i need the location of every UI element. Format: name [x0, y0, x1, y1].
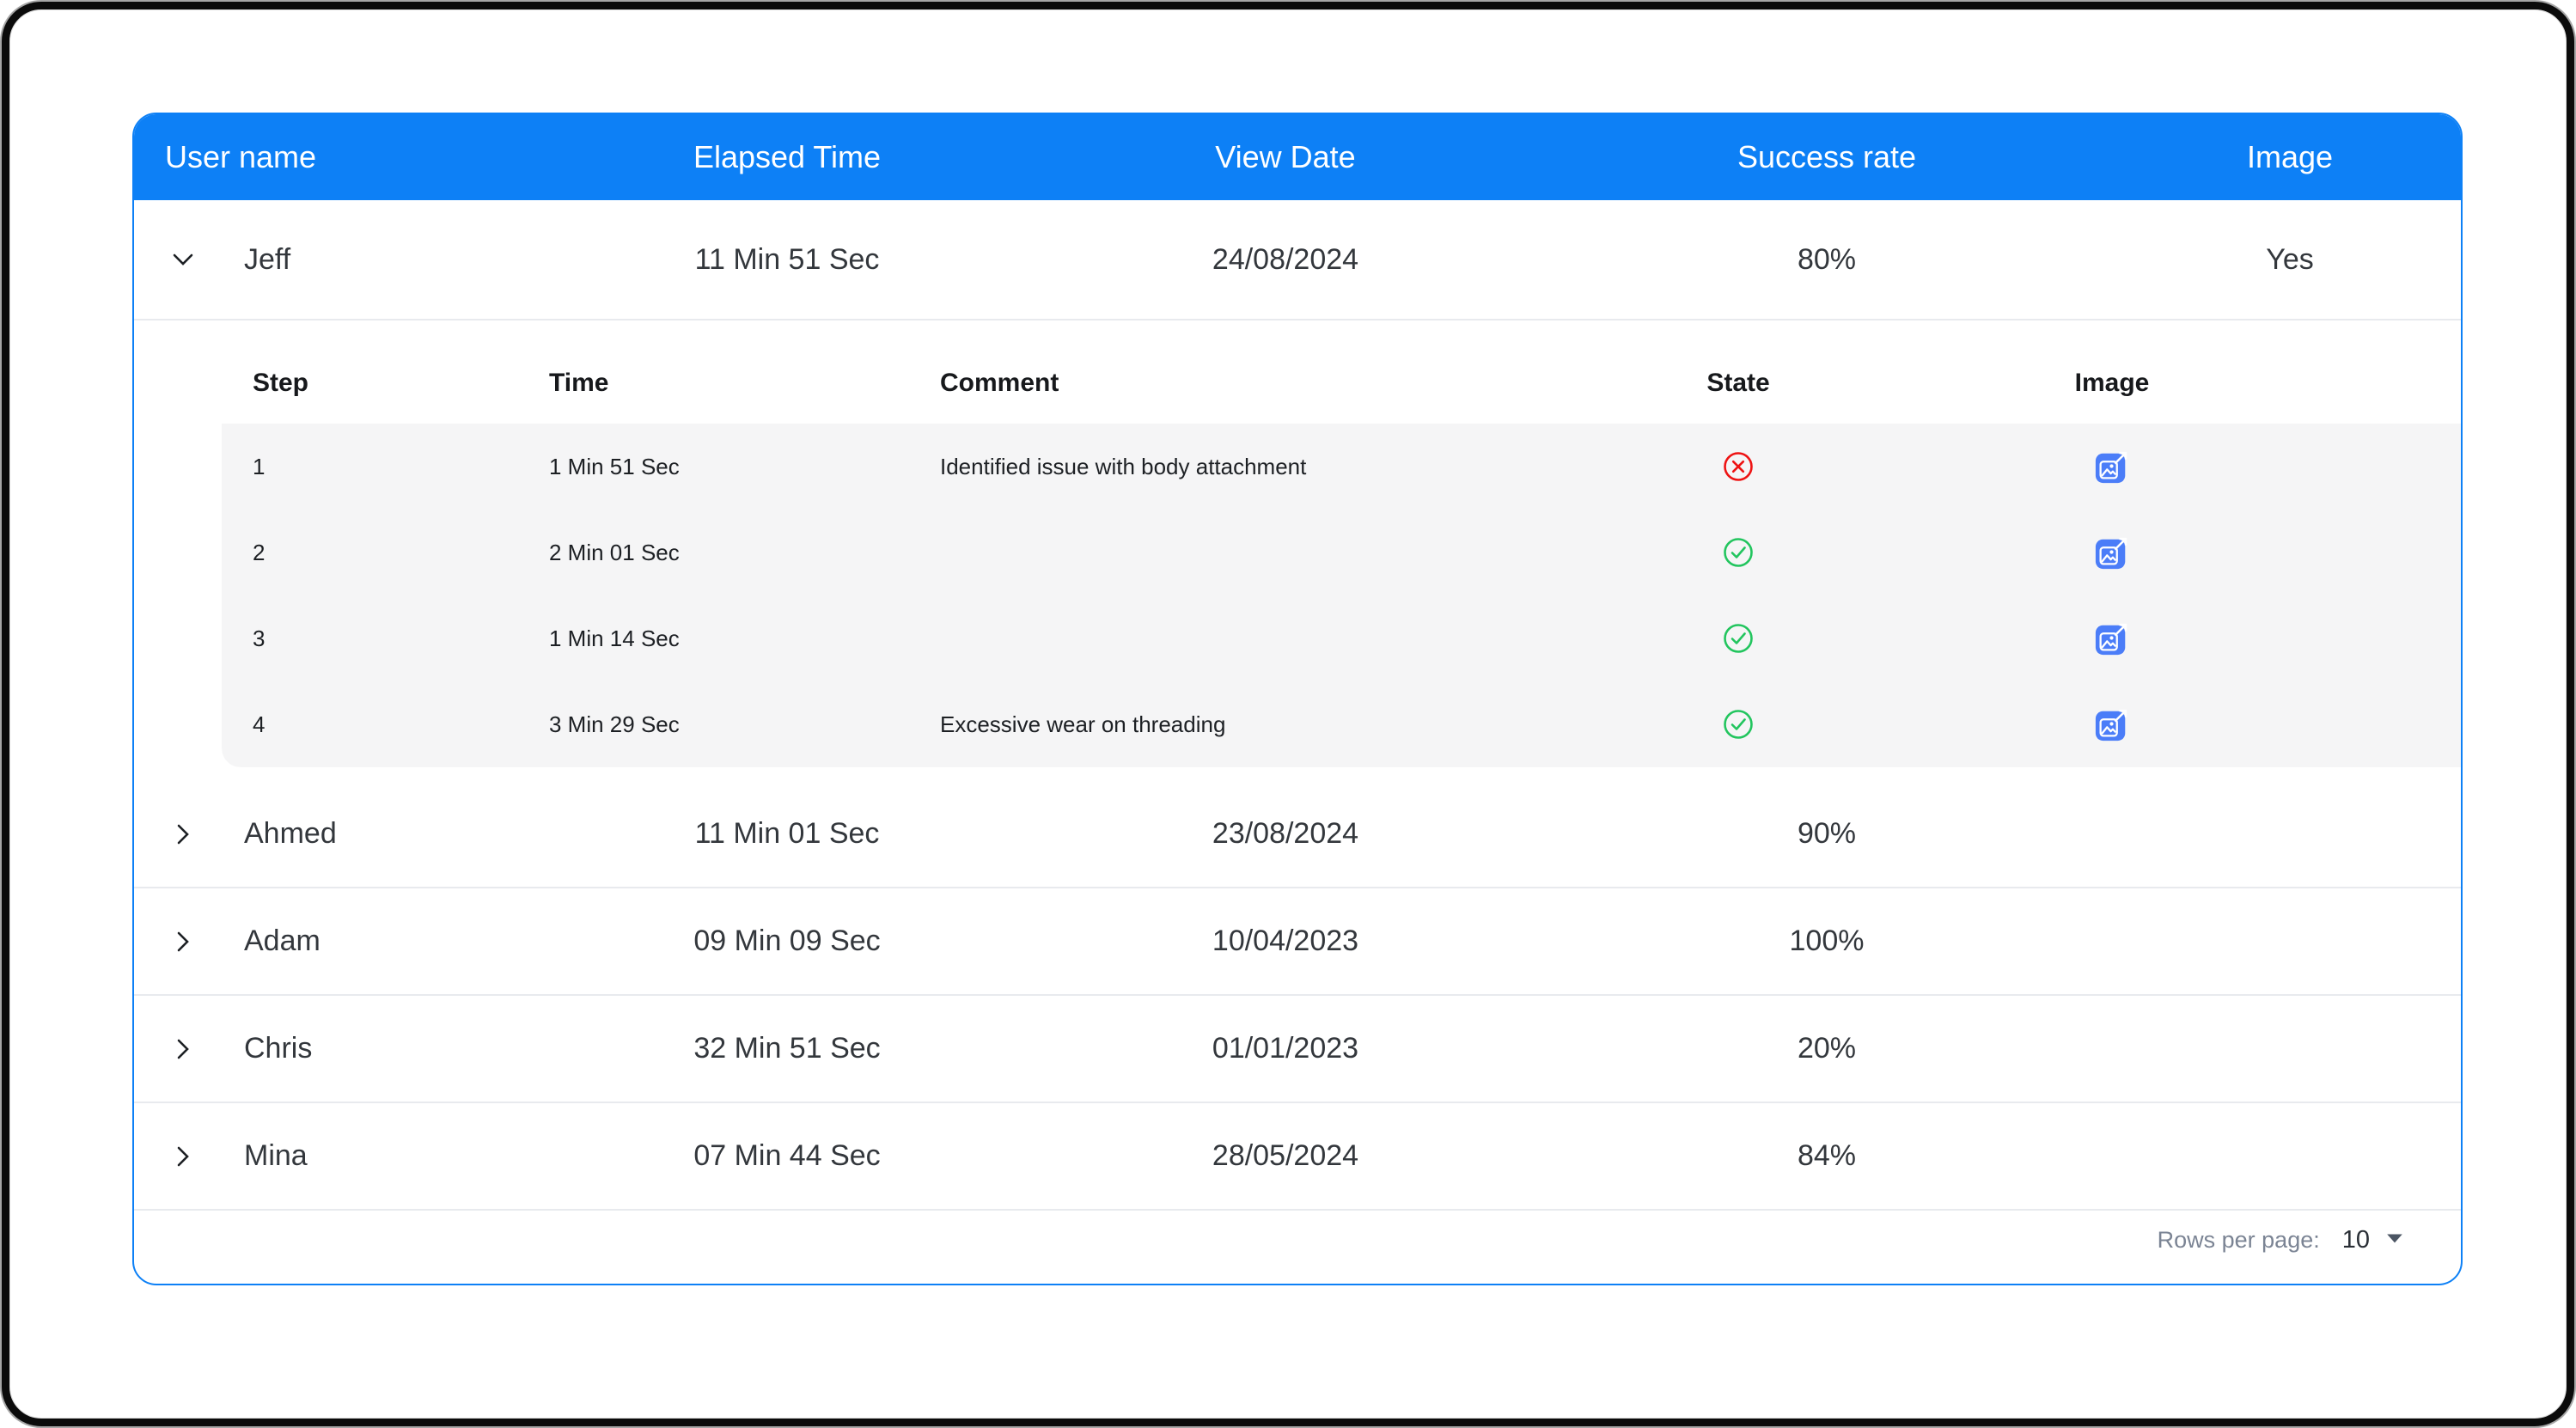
rows-per-page-label: Rows per page:: [2158, 1227, 2320, 1254]
open-image-button[interactable]: [2094, 449, 2130, 485]
view-date: 01/01/2023: [1036, 1032, 1535, 1065]
elapsed-time: 09 Min 09 Sec: [538, 925, 1036, 958]
state-pass-icon: [1545, 622, 1932, 655]
step-comment: Excessive wear on threading: [909, 711, 1545, 738]
chevron-right-icon[interactable]: [168, 927, 198, 956]
table-row-jeff[interactable]: Jeff 11 Min 51 Sec 24/08/2024 80% Yes: [134, 200, 2461, 319]
step-comment: Identified issue with body attachment: [909, 454, 1545, 480]
user-name: Chris: [244, 1032, 312, 1065]
col-header-elapsed-time: Elapsed Time: [538, 139, 1036, 175]
elapsed-time: 07 Min 44 Sec: [538, 1139, 1036, 1173]
step-number: 1: [222, 454, 518, 480]
col-header-image: Image: [2119, 139, 2461, 175]
step-number: 4: [222, 711, 518, 738]
table-row-mina[interactable]: Mina 07 Min 44 Sec 28/05/2024 84%: [134, 1103, 2461, 1209]
open-image-button[interactable]: [2094, 706, 2130, 742]
user-name: Jeff: [244, 243, 290, 277]
view-date: 28/05/2024: [1036, 1139, 1535, 1173]
elapsed-time: 11 Min 01 Sec: [538, 817, 1036, 851]
col-header-user-name: User name: [134, 139, 538, 175]
view-date: 24/08/2024: [1036, 243, 1535, 277]
rows-per-page-value: 10: [2342, 1226, 2370, 1254]
success-rate: 84%: [1535, 1139, 2119, 1173]
user-name: Mina: [244, 1139, 308, 1173]
success-rate: 90%: [1535, 817, 2119, 851]
steps-body: 1 1 Min 51 Sec Identified issue with bod…: [222, 424, 2461, 767]
step-number: 3: [222, 626, 518, 652]
table-row-chris[interactable]: Chris 32 Min 51 Sec 01/01/2023 20%: [134, 996, 2461, 1102]
caret-down-icon: [2385, 1232, 2404, 1248]
open-image-button[interactable]: [2094, 620, 2130, 656]
steps-col-state: State: [1545, 369, 1932, 398]
table-row-ahmed[interactable]: Ahmed 11 Min 01 Sec 23/08/2024 90%: [134, 781, 2461, 887]
table-row-adam[interactable]: Adam 09 Min 09 Sec 10/04/2023 100%: [134, 888, 2461, 994]
users-table-card: User name Elapsed Time View Date Success…: [132, 113, 2463, 1285]
steps-col-time: Time: [518, 369, 909, 398]
view-date: 23/08/2024: [1036, 817, 1535, 851]
user-name: Adam: [244, 925, 320, 958]
user-name: Ahmed: [244, 817, 337, 851]
success-rate: 100%: [1535, 925, 2119, 958]
chevron-right-icon[interactable]: [168, 820, 198, 849]
step-row-2: 2 2 Min 01 Sec: [222, 510, 2461, 595]
step-row-1: 1 1 Min 51 Sec Identified issue with bod…: [222, 424, 2461, 510]
elapsed-time: 11 Min 51 Sec: [538, 243, 1036, 277]
step-row-3: 3 1 Min 14 Sec: [222, 595, 2461, 681]
rows-per-page-select[interactable]: 10: [2342, 1226, 2404, 1254]
step-time: 3 Min 29 Sec: [518, 711, 909, 738]
view-date: 10/04/2023: [1036, 925, 1535, 958]
chevron-right-icon[interactable]: [168, 1034, 198, 1064]
window-frame: User name Elapsed Time View Date Success…: [2, 2, 2574, 1426]
chevron-down-icon[interactable]: [168, 245, 198, 274]
step-time: 2 Min 01 Sec: [518, 540, 909, 566]
step-number: 2: [222, 540, 518, 566]
open-image-button[interactable]: [2094, 534, 2130, 571]
success-rate: 80%: [1535, 243, 2119, 277]
step-row-4: 4 3 Min 29 Sec Excessive wear on threadi…: [222, 681, 2461, 767]
step-time: 1 Min 14 Sec: [518, 626, 909, 652]
table-footer: Rows per page: 10: [134, 1226, 2461, 1284]
steps-header: Step Time Comment State Image: [222, 342, 2461, 424]
state-pass-icon: [1545, 708, 1932, 741]
success-rate: 20%: [1535, 1032, 2119, 1065]
image-flag: Yes: [2119, 243, 2461, 277]
state-pass-icon: [1545, 536, 1932, 569]
steps-col-comment: Comment: [909, 369, 1545, 398]
table-header: User name Elapsed Time View Date Success…: [134, 114, 2461, 200]
elapsed-time: 32 Min 51 Sec: [538, 1032, 1036, 1065]
step-time: 1 Min 51 Sec: [518, 454, 909, 480]
col-header-success-rate: Success rate: [1535, 139, 2119, 175]
row-divider: [134, 319, 2461, 320]
steps-col-image: Image: [1932, 369, 2292, 398]
col-header-view-date: View Date: [1036, 139, 1535, 175]
chevron-right-icon[interactable]: [168, 1142, 198, 1171]
steps-col-step: Step: [222, 369, 518, 398]
state-fail-icon: [1545, 450, 1932, 483]
steps-subtable: Step Time Comment State Image 1 1 Min 51…: [222, 342, 2461, 767]
row-divider: [134, 1209, 2461, 1211]
